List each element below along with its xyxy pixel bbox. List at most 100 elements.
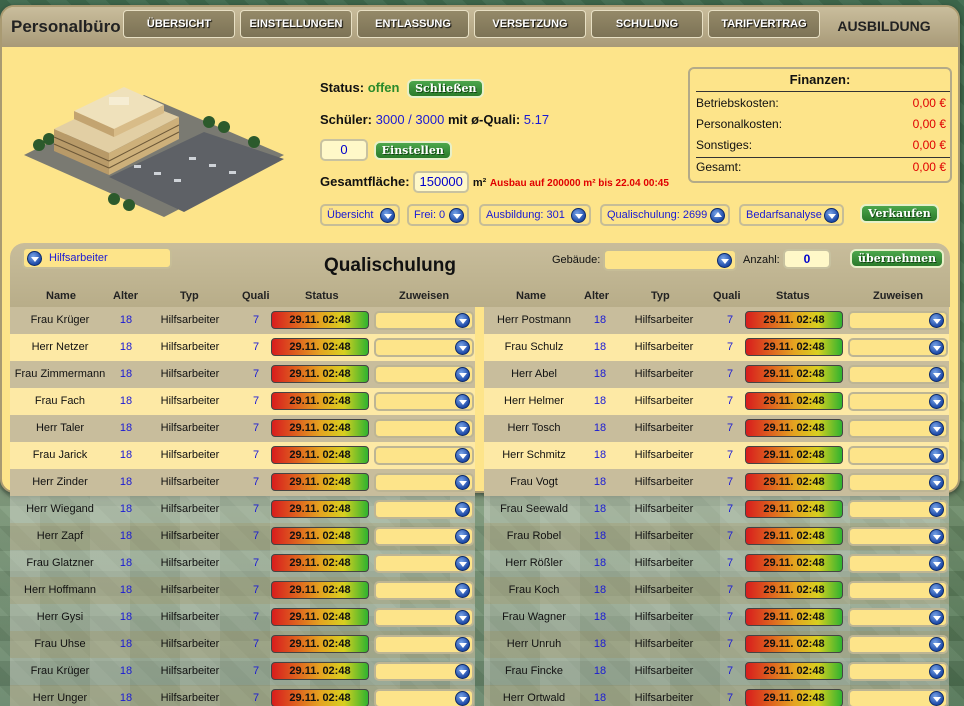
assign-select[interactable] [374,635,474,654]
col-age: Alter [584,290,610,302]
employee-type: Hilfsarbeiter [634,503,694,515]
assign-select[interactable] [848,500,948,519]
table-row[interactable]: Herr Netzer 18 Hilfsarbeiter 7 29.11. 02:48 [10,334,475,361]
hire-button[interactable]: Einstellen [373,141,452,160]
table-row[interactable]: Herr Taler 18 Hilfsarbeiter 7 29.11. 02:48 [10,415,475,442]
apply-button[interactable]: übernehmen [850,249,945,268]
table-row[interactable]: Frau Jarick 18 Hilfsarbeiter 7 29.11. 02:48 [10,442,475,469]
assign-select[interactable] [848,527,948,546]
filter-training-select[interactable]: Ausbildung: 301 [479,204,591,226]
status-progress-bar: 29.11. 02:48 [271,365,369,383]
count-input[interactable]: 0 [783,249,831,269]
assign-select[interactable] [848,365,948,384]
table-row[interactable]: Frau Schulz 18 Hilfsarbeiter 7 29.11. 02:48 [484,334,949,361]
status-progress-bar: 29.11. 02:48 [271,338,369,356]
table-row[interactable]: Frau Uhse 18 Hilfsarbeiter 7 29.11. 02:48 [10,631,475,658]
tab-overview[interactable]: ÜBERSICHT [123,10,235,38]
employee-type: Hilfsarbeiter [160,665,220,677]
assign-select[interactable] [848,635,948,654]
table-row[interactable]: Herr Ortwald 18 Hilfsarbeiter 7 29.11. 02:48 [484,685,949,706]
employee-name: Frau Zimmermann [14,368,106,380]
table-row[interactable]: Frau Wagner 18 Hilfsarbeiter 7 29.11. 02:48 [484,604,949,631]
assign-select[interactable] [374,338,474,357]
table-row[interactable]: Herr Hoffmann 18 Hilfsarbeiter 7 29.11. 02:4… [10,577,475,604]
assign-select[interactable] [374,419,474,438]
area-input[interactable]: 150000 [413,171,470,193]
table-row[interactable]: Frau Krüger 18 Hilfsarbeiter 7 29.11. 02:48 [10,658,475,685]
hire-count-input[interactable]: 0 [320,139,368,161]
tab-tariff[interactable]: TARIFVERTRAG [708,10,820,38]
building-select[interactable] [603,249,737,271]
assign-select[interactable] [374,500,474,519]
status-progress-bar: 29.11. 02:48 [745,419,843,437]
table-row[interactable]: Herr Helmer 18 Hilfsarbeiter 7 29.11. 02:48 [484,388,949,415]
assign-select[interactable] [374,473,474,492]
filter-needs-select[interactable]: Bedarfsanalyse [739,204,844,226]
status-progress-bar: 29.11. 02:48 [745,446,843,464]
table-row[interactable]: Herr Zapf 18 Hilfsarbeiter 7 29.11. 02:48 [10,523,475,550]
table-row[interactable]: Frau Zimmermann 18 Hilfsarbeiter 7 29.11. 02… [10,361,475,388]
assign-select[interactable] [374,689,474,706]
table-row[interactable]: Herr Postmann 18 Hilfsarbeiter 7 29.11. 02:4… [484,307,949,334]
assign-select[interactable] [374,365,474,384]
finance-row-personnel: Personalkosten: 0,00 € [696,117,946,137]
assign-select[interactable] [848,473,948,492]
filter-qualification-select[interactable]: Qualischulung: 2699 [600,204,730,226]
assign-select[interactable] [848,338,948,357]
assign-select[interactable] [374,311,474,330]
table-row[interactable]: Frau Robel 18 Hilfsarbeiter 7 29.11. 02:48 [484,523,949,550]
assign-select[interactable] [848,392,948,411]
table-row[interactable]: Frau Fach 18 Hilfsarbeiter 7 29.11. 02:48 [10,388,475,415]
tab-hiring[interactable]: EINSTELLUNGEN [240,10,352,38]
status-progress-bar: 29.11. 02:48 [745,311,843,329]
filter-free-select[interactable]: Frei: 0 [407,204,469,226]
employee-name: Herr Tosch [507,422,561,434]
chevron-down-icon [929,367,944,382]
table-row[interactable]: Herr Tosch 18 Hilfsarbeiter 7 29.11. 02:48 [484,415,949,442]
assign-select[interactable] [848,419,948,438]
employee-quali: 7 [726,584,734,596]
tab-dismissal[interactable]: ENTLASSUNG [357,10,469,38]
assign-select[interactable] [374,554,474,573]
tab-training[interactable]: SCHULUNG [591,10,703,38]
table-row[interactable]: Herr Unruh 18 Hilfsarbeiter 7 29.11. 02:48 [484,631,949,658]
assign-select[interactable] [848,554,948,573]
assign-select[interactable] [374,581,474,600]
assign-select[interactable] [848,311,948,330]
table-row[interactable]: Frau Koch 18 Hilfsarbeiter 7 29.11. 02:48 [484,577,949,604]
assign-select[interactable] [374,446,474,465]
assign-select[interactable] [848,689,948,706]
table-row[interactable]: Frau Seewald 18 Hilfsarbeiter 7 29.11. 02:48 [484,496,949,523]
assign-select[interactable] [848,662,948,681]
chevron-down-icon [455,637,470,652]
assign-select[interactable] [374,662,474,681]
assign-select[interactable] [374,392,474,411]
tab-apprenticeship[interactable]: AUSBILDUNG [825,10,943,38]
table-row[interactable]: Herr Rößler 18 Hilfsarbeiter 7 29.11. 02:48 [484,550,949,577]
assign-select[interactable] [848,608,948,627]
table-row[interactable]: Frau Fincke 18 Hilfsarbeiter 7 29.11. 02:48 [484,658,949,685]
table-row[interactable]: Herr Wiegand 18 Hilfsarbeiter 7 29.11. 02:48 [10,496,475,523]
table-row[interactable]: Herr Gysi 18 Hilfsarbeiter 7 29.11. 02:48 [10,604,475,631]
table-row[interactable]: Herr Unger 18 Hilfsarbeiter 7 29.11. 02:48 [10,685,475,706]
table-row[interactable]: Herr Zinder 18 Hilfsarbeiter 7 29.11. 02:48 [10,469,475,496]
sell-button[interactable]: Verkaufen [860,204,939,223]
table-row[interactable]: Frau Vogt 18 Hilfsarbeiter 7 29.11. 02:48 [484,469,949,496]
employee-type: Hilfsarbeiter [160,530,220,542]
tab-transfer[interactable]: VERSETZUNG [474,10,586,38]
assign-select[interactable] [848,446,948,465]
table-row[interactable]: Frau Krüger 18 Hilfsarbeiter 7 29.11. 02:48 [10,307,475,334]
assign-select[interactable] [848,581,948,600]
table-row[interactable]: Frau Glatzner 18 Hilfsarbeiter 7 29.11. 02:4… [10,550,475,577]
panel-header: Hilfsarbeiter Qualischulung Gebäude: Anz… [10,243,950,307]
status-progress-bar: 29.11. 02:48 [271,635,369,653]
chevron-down-icon [455,394,470,409]
filter-overview-select[interactable]: Übersicht [320,204,400,226]
assign-select[interactable] [374,527,474,546]
table-row[interactable]: Herr Abel 18 Hilfsarbeiter 7 29.11. 02:48 [484,361,949,388]
assign-select[interactable] [374,608,474,627]
chevron-down-icon [929,448,944,463]
employee-type: Hilfsarbeiter [634,341,694,353]
close-button[interactable]: Schließen [407,79,485,98]
table-row[interactable]: Herr Schmitz 18 Hilfsarbeiter 7 29.11. 02:48 [484,442,949,469]
